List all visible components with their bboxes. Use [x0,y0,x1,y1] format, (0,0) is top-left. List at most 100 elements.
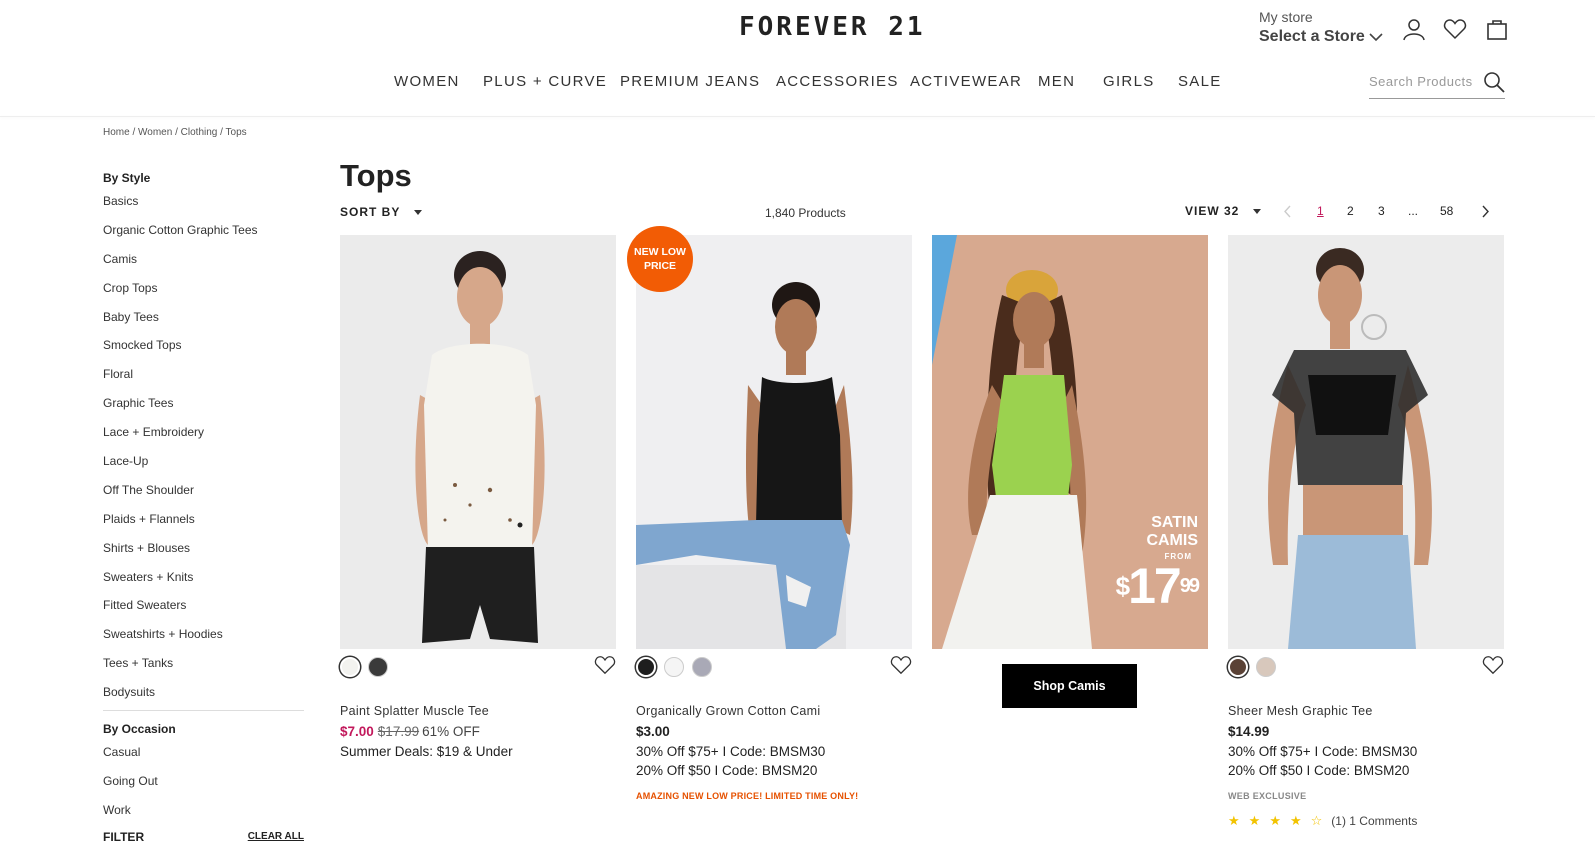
sidebar-item-fitted-sweaters[interactable]: Fitted Sweaters [103,598,304,627]
wishlist-heart-icon[interactable] [1443,17,1467,41]
nav-activewear[interactable]: ACTIVEWEAR [910,73,1022,90]
sidebar-item-off-the-shoulder[interactable]: Off The Shoulder [103,483,304,512]
sidebar-item-crop-tops[interactable]: Crop Tops [103,281,304,310]
sidebar-item-casual[interactable]: Casual [103,745,304,774]
sort-by-dropdown[interactable]: SORT BY [340,205,423,219]
star-filled-icon: ★ [1289,813,1302,828]
star-filled-icon: ★ [1269,813,1281,828]
breadcrumb-clothing[interactable]: Clothing [181,127,218,138]
promo-text: 30% Off $75+ I Code: BMSM30 [636,744,826,759]
product-price: $3.00 [636,724,670,739]
color-swatches [340,657,388,677]
store-selector[interactable]: My store Select a Store [1259,9,1383,46]
discount-label: 61% OFF [422,724,480,739]
select-store-text: Select a Store [1259,28,1365,45]
wishlist-heart-icon[interactable] [1482,654,1504,676]
wishlist-heart-icon[interactable] [890,654,912,676]
sidebar-item-organic-cotton-graphic-tees[interactable]: Organic Cotton Graphic Tees [103,223,304,252]
page-58[interactable]: 58 [1440,204,1453,218]
sidebar-item-going-out[interactable]: Going Out [103,774,304,803]
product-rating[interactable]: ★ ★ ★ ★ ☆ (1) 1 Comments [1228,813,1417,829]
badge-line1: NEW LOW [634,246,686,258]
product-image[interactable] [340,235,616,649]
clear-all-link[interactable]: CLEAR ALL [248,831,304,842]
rating-count: (1) 1 Comments [1331,814,1418,828]
sidebar-item-floral[interactable]: Floral [103,367,304,396]
sidebar-item-baby-tees[interactable]: Baby Tees [103,310,304,339]
product-image[interactable] [1228,235,1504,649]
promo-dollar-sign: $ [1115,571,1131,601]
promo-image[interactable]: SATIN CAMIS FROM $1799 [932,235,1208,649]
sidebar-item-graphic-tees[interactable]: Graphic Tees [103,396,304,425]
shopping-bag-icon[interactable] [1485,17,1509,41]
nav-women[interactable]: WOMEN [394,73,460,90]
nav-sale[interactable]: SALE [1178,73,1222,90]
star-filled-icon: ★ [1248,813,1261,828]
prev-page-icon[interactable] [1283,205,1292,218]
product-name[interactable]: Paint Splatter Muscle Tee [340,704,489,718]
swatch-white[interactable] [664,657,684,677]
promo-text: 30% Off $75+ I Code: BMSM30 [1228,744,1418,759]
promo-cents: 99 [1179,575,1200,597]
swatch-grey[interactable] [692,657,712,677]
nav-plus-curve[interactable]: PLUS + CURVE [483,73,607,90]
promo-text: Summer Deals: $19 & Under [340,744,513,759]
sidebar-item-smocked-tops[interactable]: Smocked Tops [103,338,304,367]
shop-camis-button[interactable]: Shop Camis [1002,664,1137,708]
page-ellipsis: ... [1408,204,1419,218]
account-icon[interactable] [1402,17,1426,41]
view-count-dropdown[interactable]: VIEW 32 [1185,204,1262,218]
wishlist-heart-icon[interactable] [594,654,616,676]
search-icon[interactable] [1483,71,1505,93]
sidebar-item-sweaters-knits[interactable]: Sweaters + Knits [103,570,304,599]
limited-time-note: AMAZING NEW LOW PRICE! LIMITED TIME ONLY… [636,791,859,801]
product-count: 1,840 Products [765,206,846,220]
page-3[interactable]: 3 [1378,204,1385,218]
sidebar-item-camis[interactable]: Camis [103,252,304,281]
breadcrumb: Home / Women / Clothing / Tops [103,127,247,138]
page-2[interactable]: 2 [1347,204,1354,218]
sidebar-item-sweatshirts-hoodies[interactable]: Sweatshirts + Hoodies [103,627,304,656]
web-exclusive-label: WEB EXCLUSIVE [1228,791,1307,801]
breadcrumb-women[interactable]: Women [138,127,172,138]
nav-premium-jeans[interactable]: PREMIUM JEANS [620,73,760,90]
page-1[interactable]: 1 [1317,204,1324,218]
promo-title-2: CAMIS [1146,532,1198,549]
view-count-label: VIEW 32 [1185,204,1240,218]
sidebar-item-shirts-blouses[interactable]: Shirts + Blouses [103,541,304,570]
promo-price: 17 [1128,558,1182,614]
sidebar-item-lace-up[interactable]: Lace-Up [103,454,304,483]
next-page-icon[interactable] [1481,205,1490,218]
search-input[interactable] [1369,71,1481,89]
product-name[interactable]: Sheer Mesh Graphic Tee [1228,704,1373,718]
sidebar-item-bodysuits[interactable]: Bodysuits [103,685,304,705]
sidebar-item-work[interactable]: Work [103,803,304,826]
sort-by-label: SORT BY [340,205,401,219]
breadcrumb-tops[interactable]: Tops [226,127,247,138]
select-store-link[interactable]: Select a Store [1259,28,1383,46]
product-image[interactable] [636,235,912,649]
swatch-brown[interactable] [1228,657,1248,677]
swatch-beige[interactable] [1256,657,1276,677]
nav-accessories[interactable]: ACCESSORIES [776,73,899,90]
swatch-black[interactable] [368,657,388,677]
breadcrumb-home[interactable]: Home [103,127,130,138]
sidebar-item-plaids-flannels[interactable]: Plaids + Flannels [103,512,304,541]
nav-men[interactable]: MEN [1038,73,1075,90]
product-name[interactable]: Organically Grown Cotton Cami [636,704,820,718]
promo-title-1: SATIN [1151,514,1198,531]
star-empty-icon: ☆ [1310,813,1323,828]
swatch-black[interactable] [636,657,656,677]
sidebar-item-basics[interactable]: Basics [103,194,304,223]
forever21-logo[interactable]: FOREVER 21 [739,12,926,42]
filter-row: FILTER CLEAR ALL [103,830,304,844]
swatch-white[interactable] [340,657,360,677]
caret-down-icon [1253,208,1262,214]
sidebar-item-tees-tanks[interactable]: Tees + Tanks [103,656,304,685]
color-swatches [636,657,712,677]
product-card: Paint Splatter Muscle Tee $7.00 $17.99 61%… [340,235,616,759]
filter-label: FILTER [103,829,145,844]
nav-girls[interactable]: GIRLS [1103,73,1155,90]
product-price: $7.00 $17.99 61% OFF [340,724,480,739]
sidebar-item-lace-embroidery[interactable]: Lace + Embroidery [103,425,304,454]
